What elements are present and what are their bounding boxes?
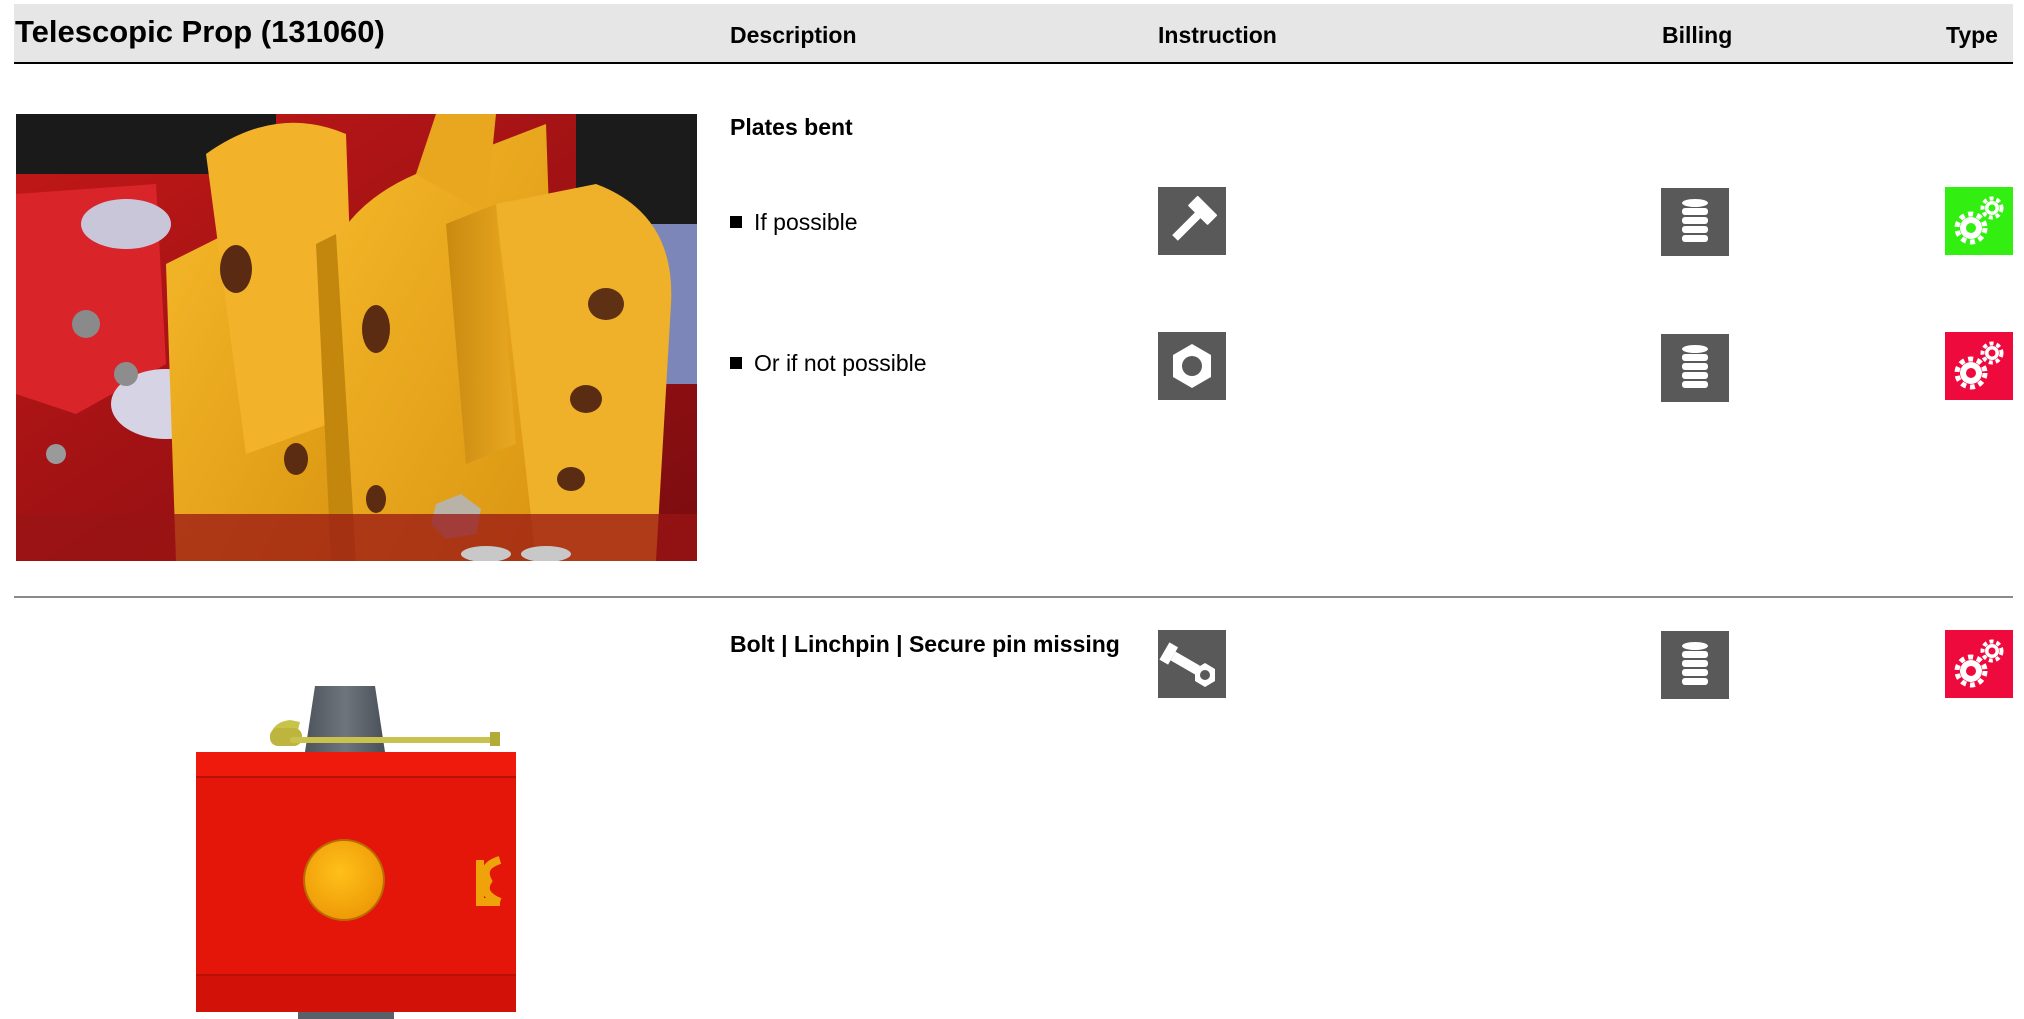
list-item-label: If possible xyxy=(754,209,858,235)
nut-icon xyxy=(1158,332,1226,400)
section-divider xyxy=(14,596,2013,598)
section-title: Plates bent xyxy=(730,114,853,140)
column-header-description: Description xyxy=(730,22,857,48)
section-title: Bolt | Linchpin | Secure pin missing xyxy=(730,631,1120,657)
bent-plates-photo xyxy=(16,114,697,561)
coin-stack-icon xyxy=(1661,334,1729,402)
column-header-instruction: Instruction xyxy=(1158,22,1277,48)
page-title: Telescopic Prop (131060) xyxy=(15,14,385,49)
column-header-billing: Billing xyxy=(1662,22,1733,48)
list-item-label: Or if not possible xyxy=(754,350,927,376)
coin-stack-icon xyxy=(1661,188,1729,256)
gears-icon xyxy=(1945,630,2013,698)
missing-pin-illustration xyxy=(190,680,530,1019)
hammer-icon xyxy=(1158,187,1226,255)
bullet-icon xyxy=(730,216,742,228)
column-header-type: Type xyxy=(1946,22,1998,48)
gears-icon xyxy=(1945,187,2013,255)
list-item: If possible xyxy=(730,209,858,236)
coin-stack-icon xyxy=(1661,631,1729,699)
bullet-icon xyxy=(730,357,742,369)
gears-icon xyxy=(1945,332,2013,400)
list-item: Or if not possible xyxy=(730,350,927,377)
table-header: Telescopic Prop (131060) Description Ins… xyxy=(14,4,2013,64)
bolt-and-nut-icon xyxy=(1158,630,1226,698)
